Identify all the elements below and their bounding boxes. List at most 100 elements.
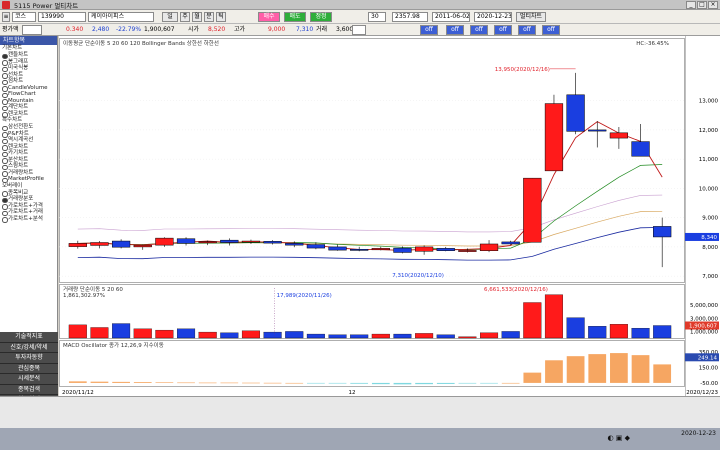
candle	[285, 243, 304, 246]
candle	[631, 141, 650, 157]
candle	[371, 248, 390, 251]
modify-button[interactable]: 정정	[310, 12, 332, 22]
date-from-input[interactable]: 2011-06-02	[432, 12, 470, 22]
macd-bar	[653, 364, 672, 383]
macd-bar	[415, 382, 433, 385]
volume-bar	[523, 302, 542, 339]
volume-tick-label: 5,000,000	[690, 303, 718, 309]
maximize-button[interactable]: □	[697, 1, 707, 9]
left-nav-button[interactable]: 신호/강세/약세	[0, 342, 58, 353]
unit-select[interactable]	[352, 25, 366, 35]
section-title[interactable]: 특수차트	[0, 117, 57, 124]
toggle-button-6[interactable]: off	[542, 25, 560, 35]
macd-bar	[263, 382, 282, 384]
candle	[198, 241, 217, 244]
volume-bar	[241, 330, 260, 339]
volume-bar	[371, 333, 390, 339]
candle	[609, 132, 629, 139]
stock-name-field[interactable]: 케이아이피스	[88, 12, 154, 22]
buy-button[interactable]: 매수	[258, 12, 280, 22]
left-nav-button[interactable]: 관심종목	[0, 363, 58, 374]
macd-legend: MACD Oscillator 종가 12,26,9 지수이동	[63, 341, 164, 349]
tab-week[interactable]: 주	[180, 12, 190, 22]
tab-minute[interactable]: 분	[204, 12, 214, 22]
price-tick-label: 10,000	[699, 186, 719, 192]
close-button[interactable]: ×	[708, 1, 718, 9]
candle	[501, 241, 520, 245]
chart-type-item[interactable]: 가로차트+분석	[0, 216, 57, 222]
tray-icons[interactable]: ◐ ▣ ◆	[607, 434, 630, 442]
price-value: 2,480	[92, 26, 110, 33]
volume-label: 거래	[316, 26, 328, 33]
count-input[interactable]: 2357.98	[392, 12, 428, 22]
chart-type-item[interactable]: 렌코차트	[0, 111, 57, 117]
left-nav-button[interactable]: 종목검색	[0, 384, 58, 395]
macd-bar	[458, 382, 477, 384]
low-value: 7,310	[296, 26, 314, 33]
taskbar-clock[interactable]: 2020-12-23	[681, 430, 716, 438]
window-titlebar: 5115 Power 멀티차트 _ □ ×	[0, 0, 720, 10]
tab-tick[interactable]: 틱	[216, 12, 226, 22]
macd-bar	[90, 381, 109, 383]
candle	[350, 248, 369, 251]
volume-tick-label: 1,000,000	[690, 329, 718, 335]
price-tick-label: 9,000	[702, 216, 718, 222]
status-bar	[0, 396, 720, 428]
toolbar-quotes: 평가액 0.340 2,480 -22.79% 1,900,607 시가 8,5…	[0, 24, 720, 36]
volume-legend: 거래량 단순이동 5 20 60	[63, 285, 123, 293]
app-icon	[2, 1, 10, 9]
candle	[653, 226, 672, 238]
chart-type-item[interactable]: MarketProfile	[0, 176, 57, 183]
candle	[328, 246, 347, 251]
volume-bar	[133, 328, 152, 339]
macd-bar	[588, 354, 607, 383]
market-select[interactable]: 코스	[12, 12, 36, 22]
volume-bar	[436, 334, 455, 339]
high-value: 9,000	[268, 26, 286, 33]
ratio-field[interactable]	[22, 25, 42, 35]
volume-bar	[458, 336, 477, 339]
left-nav-button[interactable]: 시세분석	[0, 374, 58, 385]
macd-bar	[220, 382, 239, 384]
toggle-button-4[interactable]: off	[494, 25, 512, 35]
tab-month[interactable]: 월	[192, 12, 202, 22]
candle	[393, 247, 412, 253]
section-title[interactable]: 기본차트	[0, 45, 57, 52]
minimize-button[interactable]: _	[686, 1, 696, 9]
tab-day[interactable]: 일	[162, 12, 178, 22]
section-title[interactable]: 오버레이	[0, 183, 57, 190]
macd-tag-label: 249.14	[698, 355, 718, 361]
macd-bar	[68, 381, 87, 383]
price-tick-label: 13,000	[699, 99, 719, 105]
volume-bar	[263, 331, 282, 339]
sell-button[interactable]: 매도	[284, 12, 306, 22]
left-nav-button[interactable]: 투자자동향	[0, 353, 58, 364]
date-to-input[interactable]: 2020-12-23	[474, 12, 512, 22]
volume-bar	[306, 333, 325, 339]
candle	[523, 177, 542, 243]
multichart-button[interactable]: 멀티차트	[516, 12, 546, 22]
volume-bar	[155, 329, 174, 339]
volume-bar	[566, 317, 585, 339]
left-nav-button[interactable]: 기술적지표	[0, 332, 58, 343]
volume-annotation-low: 17,989(2020/11/26)	[277, 293, 332, 299]
interval-input[interactable]: 30	[368, 12, 386, 22]
toggle-button-3[interactable]: off	[470, 25, 488, 35]
toggle-button-5[interactable]: off	[518, 25, 536, 35]
volume-tick-label: 3,000,000	[690, 316, 718, 322]
volume-bar	[588, 326, 607, 339]
toggle-button-2[interactable]: off	[446, 25, 464, 35]
volume-bar	[415, 333, 434, 339]
candle	[414, 246, 434, 252]
menu-icon[interactable]: ≡	[2, 12, 10, 22]
macd-bar	[371, 382, 390, 385]
macd-bar	[350, 382, 369, 384]
price-tick-label: 11,000	[699, 157, 719, 163]
candle	[588, 129, 607, 132]
toggle-button-1[interactable]: off	[420, 25, 438, 35]
price-tick-label: 8,000	[702, 245, 718, 251]
price-tick-label: 12,000	[699, 128, 719, 134]
volume-bar	[68, 324, 87, 339]
code-input[interactable]: 139990	[38, 12, 86, 22]
chart-svg[interactable]: 13,950(2020/12/16) 7,310(2020/12/10) 이동평균 …	[59, 36, 685, 396]
